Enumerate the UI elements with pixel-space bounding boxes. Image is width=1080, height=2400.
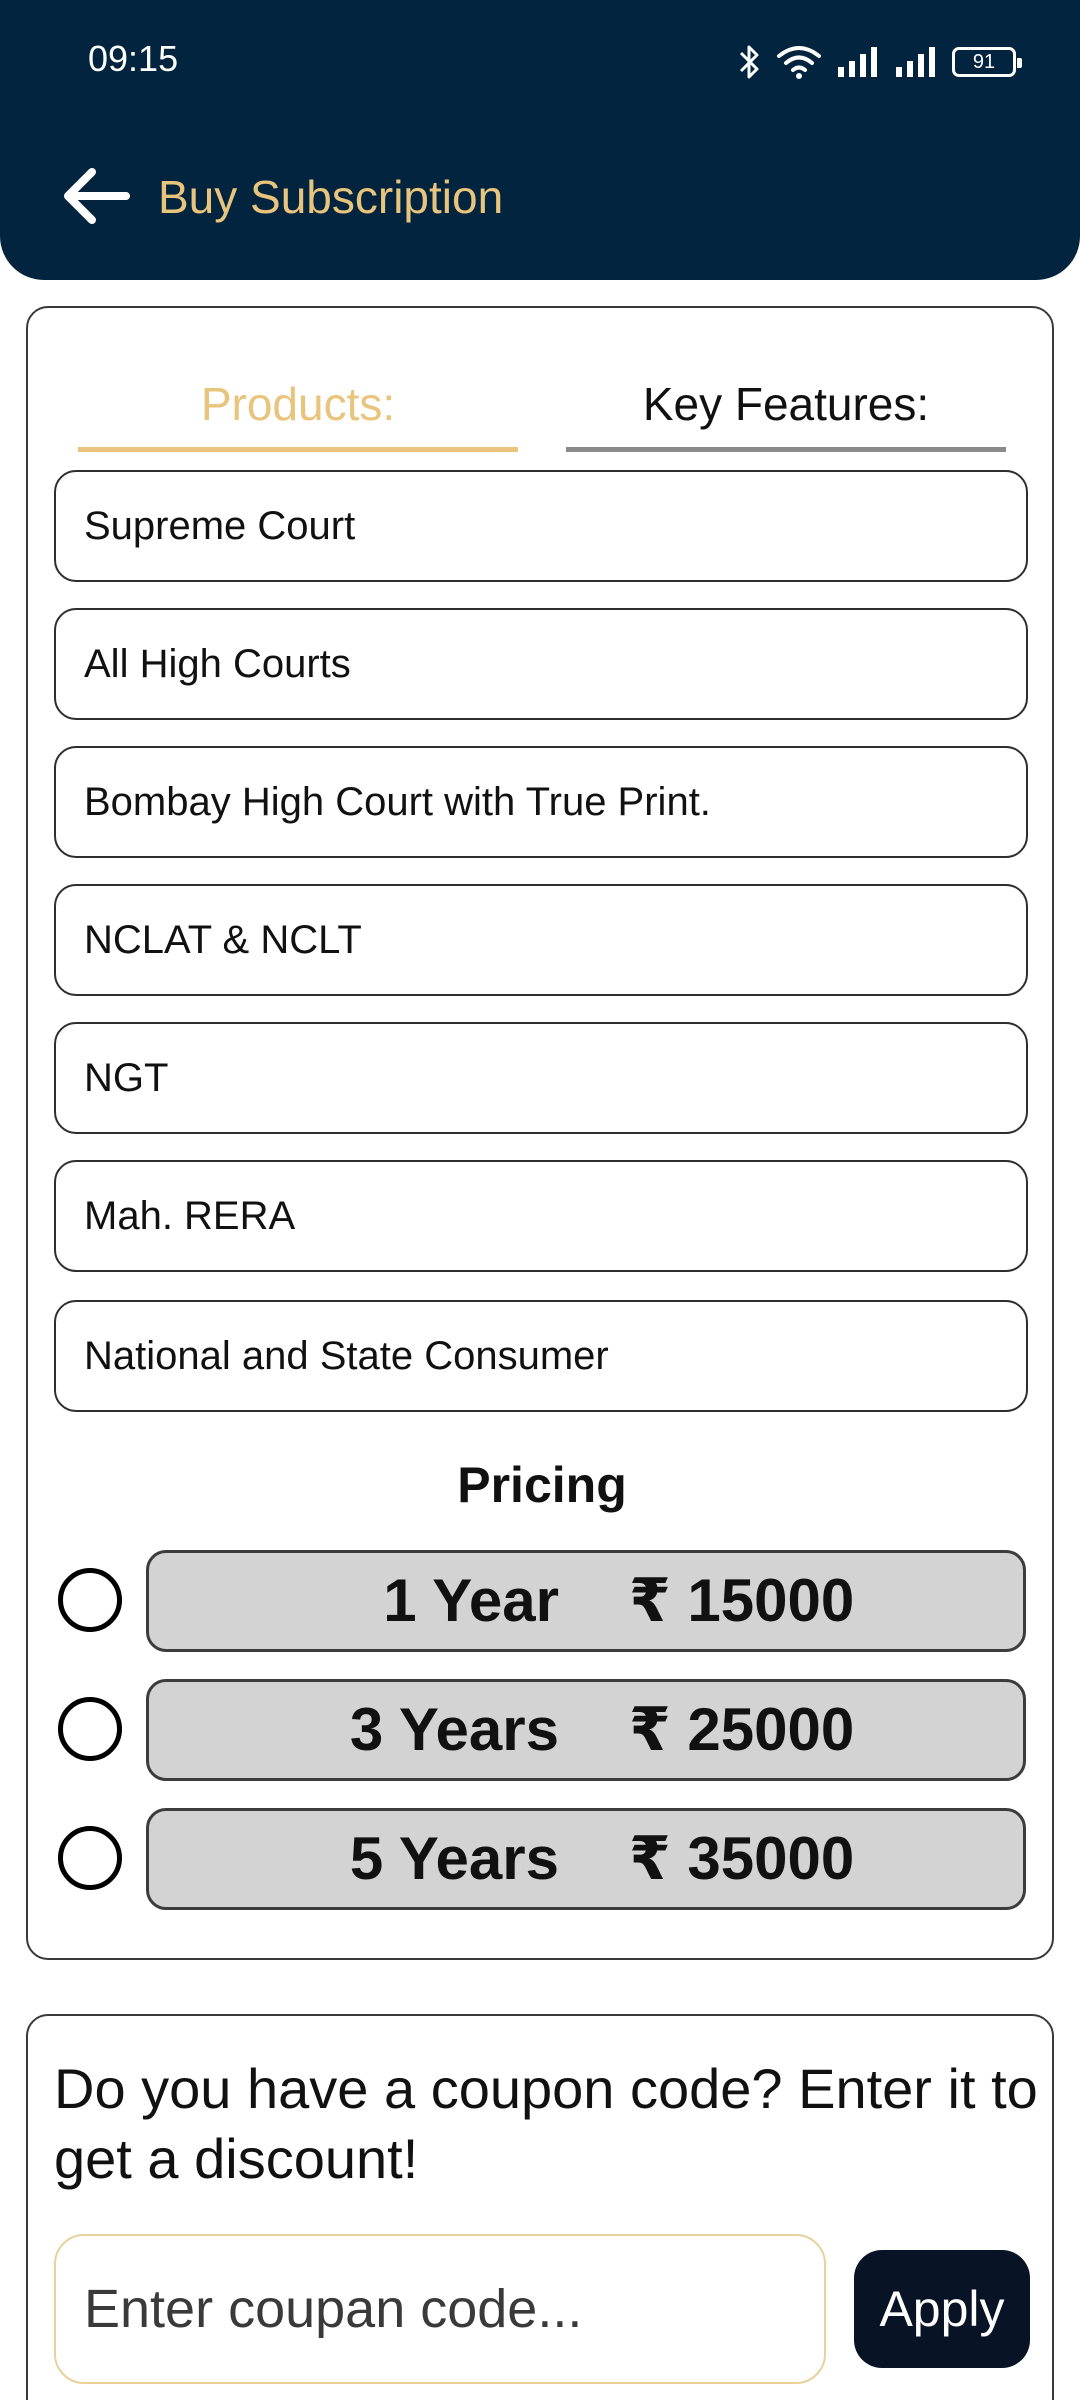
product-item: All High Courts [54, 608, 1028, 720]
status-time: 09:15 [88, 38, 179, 79]
pricing-heading: Pricing [457, 1457, 627, 1513]
battery-icon: 91 [952, 47, 1022, 77]
wifi-icon [777, 46, 821, 79]
back-button[interactable] [60, 160, 132, 232]
plan-price: ₹ 25000 [629, 1696, 855, 1763]
price-option: 3 Years ₹ 25000 [58, 1679, 1034, 1781]
tab-bar: Products: Key Features: [78, 366, 1032, 452]
price-option: 1 Year ₹ 15000 [58, 1550, 1034, 1652]
plan-price: ₹ 35000 [629, 1825, 855, 1892]
plan-radio-1-year[interactable] [58, 1568, 122, 1632]
product-item: Bombay High Court with True Print. [54, 746, 1028, 858]
product-item: National and State Consumer [54, 1300, 1028, 1412]
page-title: Buy Subscription [158, 171, 504, 223]
product-item: Mah. RERA [54, 1160, 1028, 1272]
plan-duration: 5 Years [349, 1825, 559, 1892]
apply-button[interactable]: Apply [854, 2250, 1030, 2368]
battery-level: 91 [972, 50, 996, 73]
coupon-code-input[interactable] [54, 2234, 826, 2384]
product-item: Supreme Court [54, 470, 1028, 582]
coupon-prompt: Do you have a coupon code? Enter it to g… [54, 2057, 1038, 2190]
plan-button-5-years[interactable]: 5 Years ₹ 35000 [146, 1808, 1026, 1910]
product-item: NGT [54, 1022, 1028, 1134]
status-icons: 91 [738, 40, 1022, 84]
plan-radio-5-years[interactable] [58, 1826, 122, 1890]
app-bar: 09:15 91 Buy Subscription [0, 0, 1080, 280]
tab-products[interactable]: Products: [78, 366, 518, 452]
products-card: Products: Key Features: Supreme Court Al… [26, 306, 1054, 1960]
plan-duration: 1 Year [383, 1567, 559, 1634]
signal-icon-2 [896, 47, 935, 77]
arrow-back-icon [64, 168, 130, 224]
bluetooth-icon [739, 45, 759, 79]
price-option: 5 Years ₹ 35000 [58, 1808, 1034, 1910]
tab-key-features[interactable]: Key Features: [566, 366, 1006, 452]
signal-icon-1 [838, 47, 877, 77]
plan-button-1-year[interactable]: 1 Year ₹ 15000 [146, 1550, 1026, 1652]
plan-button-3-years[interactable]: 3 Years ₹ 25000 [146, 1679, 1026, 1781]
plan-price: ₹ 15000 [629, 1567, 855, 1634]
plan-duration: 3 Years [349, 1696, 559, 1763]
plan-radio-3-years[interactable] [58, 1697, 122, 1761]
coupon-card: Do you have a coupon code? Enter it to g… [26, 2014, 1054, 2400]
product-item: NCLAT & NCLT [54, 884, 1028, 996]
